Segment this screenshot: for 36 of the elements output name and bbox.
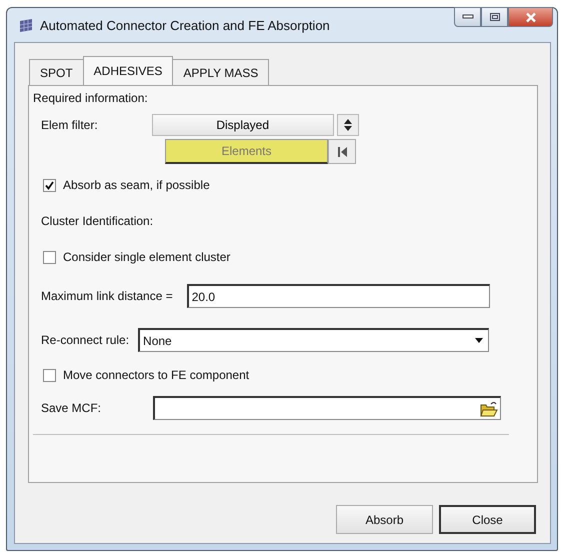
field-label: Save MCF: <box>41 401 102 415</box>
dialog-button[interactable]: Absorb <box>336 505 433 534</box>
close-icon <box>524 12 536 22</box>
maximize-icon <box>488 12 500 22</box>
skip-start-icon <box>338 146 346 156</box>
rule-dropdown[interactable]: None <box>138 328 490 352</box>
dropdown-value: None <box>143 334 172 348</box>
field-label: Maximum link distance = <box>41 289 173 303</box>
checkbox-label: Consider single element cluster <box>63 250 230 264</box>
checkbox[interactable] <box>43 368 56 382</box>
minimize-button[interactable] <box>454 7 481 27</box>
checkbox[interactable] <box>43 250 56 264</box>
minimize-icon <box>462 14 474 20</box>
dialog-button[interactable]: Close <box>439 505 536 534</box>
window-title: Automated Connector Creation and FE Absorption <box>40 18 331 32</box>
filter-dropdown[interactable]: Displayed <box>152 114 334 136</box>
reset-button[interactable] <box>328 139 356 164</box>
tab[interactable]: SPOT <box>29 59 84 85</box>
up-down-icon <box>344 119 352 131</box>
grid-icon <box>18 17 34 33</box>
section-label: Required information: <box>33 91 149 105</box>
tab[interactable]: ADHESIVES <box>82 56 174 85</box>
folder-icon[interactable] <box>480 400 498 416</box>
input-field[interactable]: 20.0 <box>186 284 490 308</box>
maximize-button[interactable] <box>481 7 508 27</box>
caret-icon <box>475 338 484 343</box>
field-label: Re-connect rule: <box>41 333 130 347</box>
checkbox-label: Move connectors to FE component <box>63 368 250 382</box>
close-button[interactable] <box>508 7 553 27</box>
checkbox-label: Absorb as seam, if possible <box>63 178 210 192</box>
tab[interactable]: APPLY MASS <box>172 59 270 85</box>
section-label: Cluster Identification: <box>41 214 154 228</box>
field-label: Elem filter: <box>41 118 98 132</box>
spinner-button[interactable] <box>336 114 359 136</box>
checkbox[interactable] <box>43 178 56 192</box>
file-field[interactable] <box>153 396 502 420</box>
